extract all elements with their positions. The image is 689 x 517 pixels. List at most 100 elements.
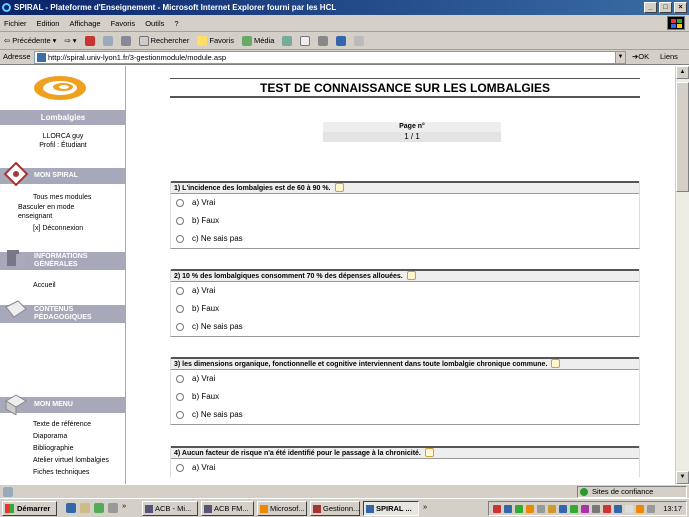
stop-icon[interactable] <box>84 35 95 46</box>
option-row[interactable]: b) Faux <box>171 300 639 318</box>
radio-button[interactable] <box>176 217 184 225</box>
radio-button[interactable] <box>176 393 184 401</box>
vertical-scrollbar[interactable]: ▲ ▼ <box>675 66 689 484</box>
menu-affichage[interactable]: Affichage <box>69 19 100 28</box>
radio-button[interactable] <box>176 375 184 383</box>
link-atelier-virtuel[interactable]: Atelier virtuel lombalgies <box>0 456 125 465</box>
link-texte-reference[interactable]: Texte de référence <box>0 420 125 429</box>
link-tous-mes-modules[interactable]: Tous mes modules <box>0 193 125 202</box>
option-row[interactable]: a) Vrai <box>171 282 639 300</box>
links-button[interactable]: Liens <box>660 52 678 61</box>
link-bibliographie[interactable]: Bibliographie <box>0 444 125 453</box>
tray-icon[interactable] <box>636 505 644 513</box>
radio-button[interactable] <box>176 199 184 207</box>
tray-icon[interactable] <box>614 505 622 513</box>
volume-icon[interactable] <box>647 505 655 513</box>
menu-favoris[interactable]: Favoris <box>111 19 136 28</box>
discuss-icon[interactable] <box>354 35 365 46</box>
word-edit-icon[interactable] <box>336 35 347 46</box>
task-acb-fm[interactable]: ACB FM... <box>201 501 254 516</box>
radio-button[interactable] <box>176 287 184 295</box>
link-deconnexion[interactable]: [x] Déconnexion <box>0 224 125 233</box>
tray-icon[interactable] <box>603 505 611 513</box>
user-name: LLORCA guy <box>42 133 84 140</box>
option-row[interactable]: a) Vrai <box>171 459 639 477</box>
home-icon[interactable] <box>120 35 131 46</box>
go-button[interactable]: ➔OK <box>632 52 649 61</box>
option-row[interactable]: b) Faux <box>171 388 639 406</box>
tray-icon[interactable] <box>570 505 578 513</box>
note-icon[interactable] <box>551 359 561 368</box>
media-icon <box>241 35 252 46</box>
radio-button[interactable] <box>176 235 184 243</box>
section-informations: INFORMATIONS GÉNÉRALES <box>0 250 125 270</box>
question-text: 2) 10 % des lombalgiques consomment 70 %… <box>174 273 403 280</box>
tray-icon[interactable] <box>526 505 534 513</box>
menu-help[interactable]: ? <box>174 19 178 28</box>
tray-icon[interactable] <box>559 505 567 513</box>
note-icon[interactable] <box>424 448 434 457</box>
task-acb-mi[interactable]: ACB - Mi... <box>142 501 198 516</box>
tray-icon[interactable] <box>504 505 512 513</box>
radio-button[interactable] <box>176 464 184 472</box>
menu-edition[interactable]: Edition <box>37 19 60 28</box>
user-profile: Profil : Étudiant <box>39 142 87 149</box>
print-icon[interactable] <box>318 35 329 46</box>
tray-icon[interactable] <box>581 505 589 513</box>
link-fiches-techniques[interactable]: Fiches techniques <box>0 468 125 477</box>
section-mon-menu-label: MON MENU <box>34 401 73 408</box>
link-diaporama[interactable]: Diaporama <box>0 432 125 441</box>
option-label: b) Faux <box>192 392 220 401</box>
tray-icon[interactable] <box>493 505 501 513</box>
forward-button[interactable]: ⇨ ▾ <box>64 36 76 45</box>
address-input[interactable]: http://spiral.univ-lyon1.fr/3-gestionmod… <box>34 51 626 64</box>
back-button[interactable]: ⇦ Précédente ▾ <box>4 36 56 45</box>
tray-icon[interactable] <box>548 505 556 513</box>
menu-fichier[interactable]: Fichier <box>4 19 27 28</box>
minimize-button[interactable]: _ <box>644 2 657 13</box>
tray-icon[interactable] <box>625 505 633 513</box>
mail-icon[interactable] <box>300 35 311 46</box>
option-row[interactable]: c) Ne sais pas <box>171 318 639 336</box>
maximize-button[interactable]: □ <box>659 2 672 13</box>
option-row[interactable]: b) Faux <box>171 212 639 230</box>
task-spiral[interactable]: SPIRAL ... <box>363 501 419 516</box>
task-gestionn[interactable]: Gestionn... <box>310 501 360 516</box>
tray-icon[interactable] <box>592 505 600 513</box>
option-row[interactable]: a) Vrai <box>171 370 639 388</box>
refresh-icon[interactable] <box>102 35 113 46</box>
favorites-button[interactable]: Favoris <box>197 35 234 46</box>
note-icon[interactable] <box>406 271 416 280</box>
outlook-quicklaunch-icon[interactable] <box>80 503 90 513</box>
link-basculer-enseignant[interactable]: Basculer en mode enseignant <box>0 203 125 221</box>
scroll-down-icon[interactable]: ▼ <box>676 471 689 484</box>
start-button[interactable]: Démarrer <box>2 501 57 516</box>
scroll-up-icon[interactable]: ▲ <box>676 66 689 79</box>
menu-outils[interactable]: Outils <box>145 19 164 28</box>
address-dropdown-icon[interactable]: ▼ <box>615 52 625 63</box>
note-icon[interactable] <box>334 183 344 192</box>
tray-icon[interactable] <box>537 505 545 513</box>
media-button[interactable]: Média <box>241 35 274 46</box>
option-row[interactable]: c) Ne sais pas <box>171 230 639 248</box>
taskbar-more-icon[interactable]: » <box>423 502 427 511</box>
option-label: c) Ne sais pas <box>192 410 243 419</box>
ie-quicklaunch-icon[interactable] <box>66 503 76 513</box>
search-icon <box>138 35 149 46</box>
link-accueil[interactable]: Accueil <box>0 281 125 290</box>
search-button[interactable]: Rechercher <box>138 35 189 46</box>
option-row[interactable]: c) Ne sais pas <box>171 406 639 424</box>
media-quicklaunch-icon[interactable] <box>108 503 118 513</box>
radio-button[interactable] <box>176 411 184 419</box>
task-microsof[interactable]: Microsof... <box>257 501 307 516</box>
option-row[interactable]: a) Vrai <box>171 194 639 212</box>
scroll-thumb[interactable] <box>676 82 689 192</box>
quicklaunch-more-icon[interactable]: » <box>122 501 126 510</box>
history-icon[interactable] <box>282 35 293 46</box>
tray-icon[interactable] <box>515 505 523 513</box>
desktop-quicklaunch-icon[interactable] <box>94 503 104 513</box>
close-button[interactable]: × <box>674 2 687 13</box>
radio-button[interactable] <box>176 323 184 331</box>
task-label: Microsof... <box>270 504 305 513</box>
radio-button[interactable] <box>176 305 184 313</box>
